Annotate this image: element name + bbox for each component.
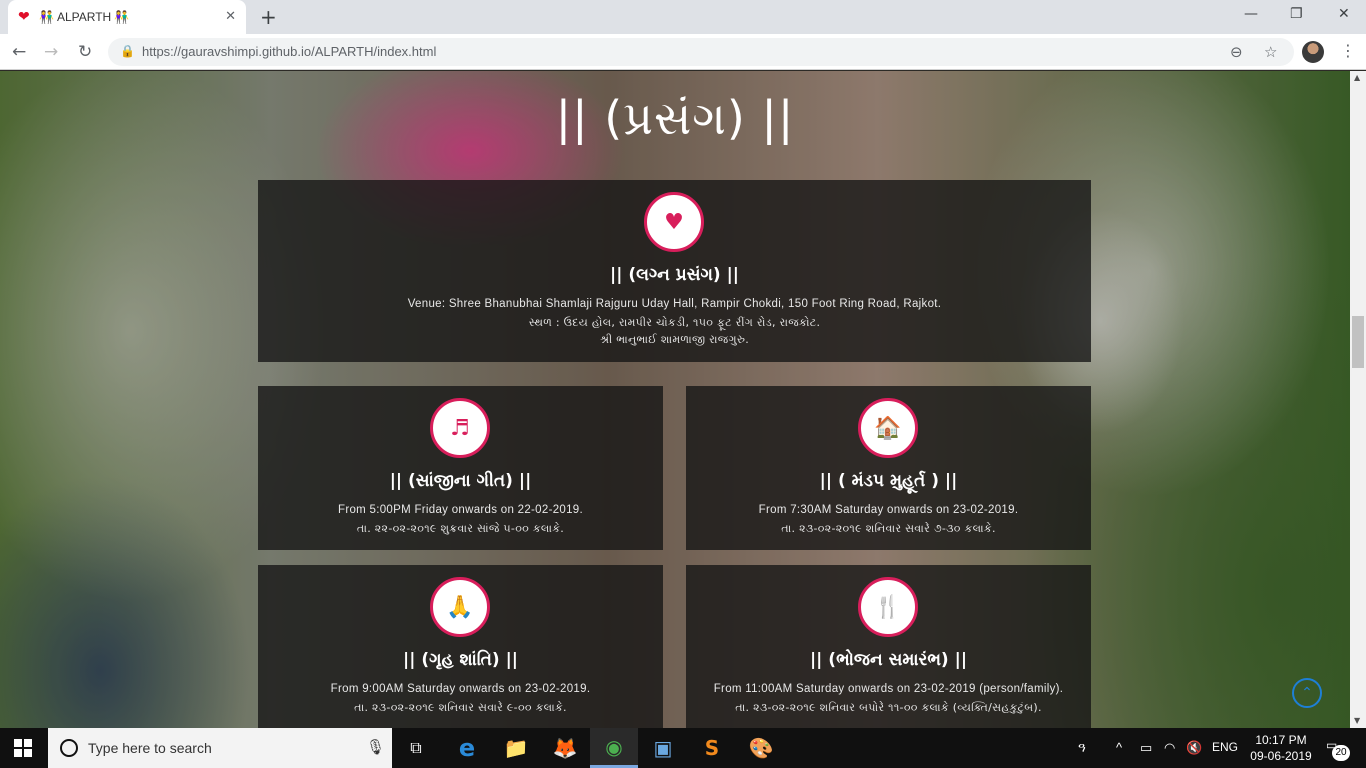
edge-icon[interactable]: e	[443, 728, 491, 768]
event-card-sanjina-geet: ♬ || (સાંજીના ગીત) || From 5:00PM Friday…	[258, 386, 663, 550]
lock-icon[interactable]: 🔒	[120, 44, 135, 58]
card-host-gujarati: શ્રી ભાનુભાઈ શામળાજી રાજગુરુ.	[599, 333, 750, 346]
clock-date: 09-06-2019	[1250, 749, 1312, 763]
card-venue-line: Venue: Shree Bhanubhai Shamlaji Rajguru …	[407, 298, 942, 310]
card-time-gujarati: તા. ૨૩-૦૨-૨૦૧૯ શનિવાર બપોરે ૧૧-૦૦ કલાકે …	[735, 701, 1042, 714]
system-clock[interactable]: 10:17 PM 09-06-2019	[1244, 732, 1318, 764]
url-text[interactable]: https://gauravshimpi.github.io/ALPARTH/i…	[142, 44, 436, 59]
microphone-icon[interactable]: 🎙	[366, 738, 385, 756]
profile-avatar[interactable]	[1302, 41, 1324, 63]
reload-button[interactable]: ↻	[78, 42, 92, 62]
page-scrollbar[interactable]: ▲ ▼	[1350, 71, 1366, 728]
cutlery-icon: 🍴	[858, 577, 918, 637]
zoom-icon[interactable]: ⊖	[1230, 43, 1243, 61]
card-time-line: From 5:00PM Friday onwards on 22-02-2019…	[338, 504, 583, 516]
couple-emoji-icon: 👫	[114, 10, 130, 24]
cortana-icon	[60, 739, 78, 757]
card-venue-gujarati: સ્થળ : ઉદય હોલ, રામપીર ચોકડી, ૧૫૦ ફૂટ રી…	[528, 316, 821, 329]
toolbar: ← → ↻ 🔒 https://gauravshimpi.github.io/A…	[0, 34, 1366, 70]
praying-hands-icon: 🙏	[430, 577, 490, 637]
url-path: /ALPARTH/index.html	[311, 44, 437, 59]
forward-button[interactable]: →	[44, 42, 58, 62]
card-title: || (સાંજીના ગીત) ||	[389, 471, 532, 491]
virtualbox-icon[interactable]: ▣	[639, 728, 687, 768]
card-time-gujarati: તા. ૨૩-૦૨-૨૦૧૯ શનિવાર સવારે ૭-૩૦ કલાકે.	[781, 522, 996, 535]
restore-button[interactable]: ❐	[1290, 6, 1303, 22]
sublime-text-icon[interactable]: S	[688, 728, 736, 768]
volume-muted-icon[interactable]: 🔇	[1186, 740, 1202, 756]
event-card-wedding: ♥ || (લગ્ન પ્રસંગ) || Venue: Shree Bhanu…	[258, 180, 1091, 362]
file-explorer-icon[interactable]: 📁	[492, 728, 540, 768]
people-icon[interactable]: ዓ	[1078, 740, 1086, 756]
browser-menu-icon[interactable]: ⋮	[1340, 41, 1356, 60]
scroll-up-arrow-icon[interactable]: ▲	[1354, 73, 1360, 82]
browser-tab[interactable]: ❤ 👫 ALPARTH 👫 ✕	[8, 0, 246, 34]
task-view-icon[interactable]: ⧉	[392, 728, 440, 768]
heart-icon: ♥	[644, 192, 704, 252]
tab-strip: ❤ 👫 ALPARTH 👫 ✕ + — ❐ ✕	[0, 0, 1366, 34]
card-title: || (ગૃહ શાંતિ) ||	[402, 650, 518, 670]
card-time-gujarati: તા. ૨૨-૦૨-૨૦૧૯ શુક્રવાર સાંજે ૫-૦૦ કલાકે…	[356, 522, 565, 535]
scroll-to-top-button[interactable]: ⌃	[1292, 678, 1322, 708]
address-bar[interactable]: 🔒 https://gauravshimpi.github.io/ALPARTH…	[108, 38, 1294, 66]
back-button[interactable]: ←	[12, 42, 26, 62]
scrollbar-thumb[interactable]	[1352, 316, 1364, 368]
minimize-button[interactable]: —	[1244, 6, 1258, 22]
event-card-bhojan-samarambh: 🍴 || (ભોજન સમારંભ) || From 11:00AM Satur…	[686, 565, 1091, 728]
windows-taskbar: Type here to search 🎙 ⧉ e 📁 🦊 ◉ ▣ S 🎨 ዓ …	[0, 728, 1366, 768]
show-hidden-icons-chevron-icon[interactable]: ^	[1116, 740, 1122, 755]
url-host: https://gauravshimpi.github.io	[142, 44, 312, 59]
event-card-gruh-shanti: 🙏 || (ગૃહ શાંતિ) || From 9:00AM Saturday…	[258, 565, 663, 728]
chrome-icon[interactable]: ◉	[590, 728, 638, 768]
section-title: || (પ્રસંગ) ||	[555, 91, 795, 145]
bookmark-star-icon[interactable]: ☆	[1264, 43, 1277, 61]
wifi-icon[interactable]: ◠	[1164, 740, 1175, 756]
card-title: || (ભોજન સમારંભ) ||	[809, 650, 968, 670]
windows-start-icon[interactable]	[14, 739, 32, 757]
page-viewport: || (પ્રસંગ) || ♥ || (લગ્ન પ્રસંગ) || Ven…	[0, 71, 1350, 728]
card-time-line: From 11:00AM Saturday onwards on 23-02-2…	[713, 683, 1064, 695]
music-icon: ♬	[430, 398, 490, 458]
battery-icon[interactable]: ▭	[1140, 740, 1152, 756]
card-title: || (લગ્ન પ્રસંગ) ||	[609, 265, 739, 285]
couple-emoji-icon: 👫	[39, 10, 54, 24]
notification-count-badge: 20	[1332, 745, 1350, 761]
search-placeholder: Type here to search	[88, 740, 212, 756]
close-window-button[interactable]: ✕	[1338, 6, 1350, 22]
taskbar-search-box[interactable]: Type here to search 🎙	[48, 728, 392, 768]
event-card-mandap-muhurt: 🏠 || ( મંડપ મુહૂર્ત ) || From 7:30AM Sat…	[686, 386, 1091, 550]
paint-icon[interactable]: 🎨	[737, 728, 785, 768]
card-time-line: From 9:00AM Saturday onwards on 23-02-20…	[330, 683, 591, 695]
house-icon: 🏠	[858, 398, 918, 458]
scroll-down-arrow-icon[interactable]: ▼	[1354, 716, 1360, 725]
card-time-line: From 7:30AM Saturday onwards on 23-02-20…	[758, 504, 1019, 516]
card-time-gujarati: તા. ૨૩-૦૨-૨૦૧૯ શનિવાર સવારે ૯-૦૦ કલાકે.	[354, 701, 567, 714]
heart-favicon-icon: ❤	[18, 9, 30, 25]
input-language[interactable]: ENG	[1212, 740, 1238, 754]
tab-close-icon[interactable]: ✕	[225, 9, 236, 24]
firefox-icon[interactable]: 🦊	[541, 728, 589, 768]
clock-time: 10:17 PM	[1255, 733, 1307, 747]
tab-title: ALPARTH	[56, 10, 112, 24]
card-title: || ( મંડપ મુહૂર્ત ) ||	[819, 471, 958, 491]
new-tab-button[interactable]: +	[260, 5, 277, 29]
